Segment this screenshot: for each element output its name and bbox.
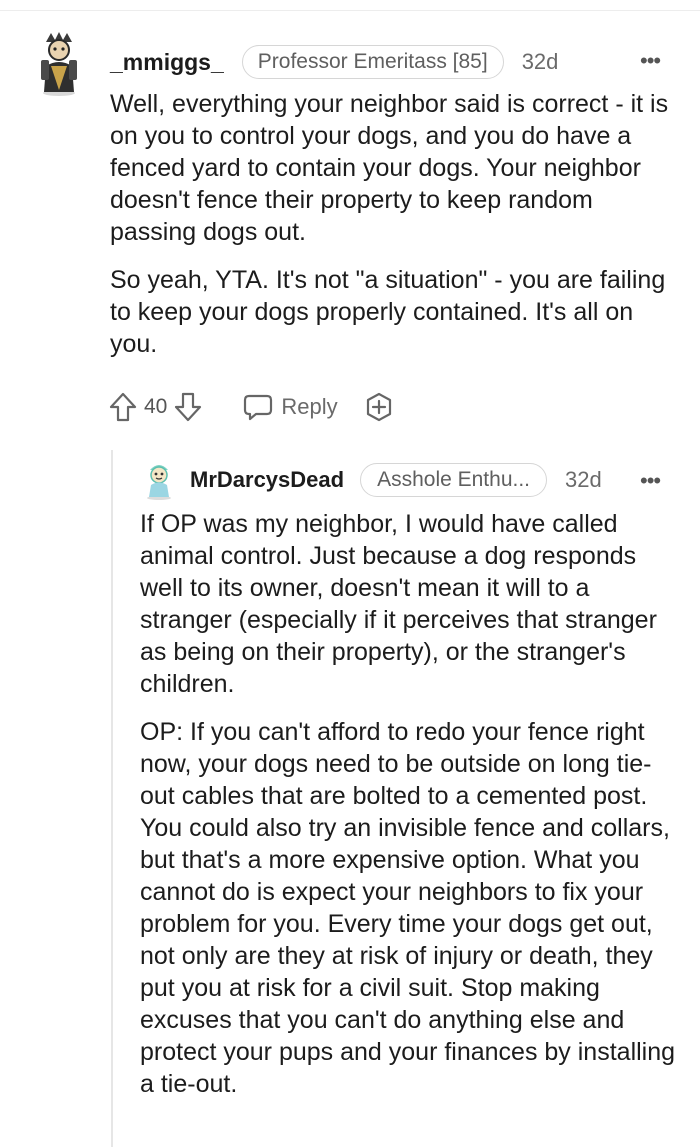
more-options-icon[interactable]: ••• bbox=[640, 470, 661, 492]
avatar-image bbox=[41, 32, 77, 96]
reply-username[interactable]: MrDarcysDead bbox=[190, 467, 344, 493]
avatar-image bbox=[147, 465, 171, 500]
comment-paragraph: So yeah, YTA. It's not "a situation" - y… bbox=[110, 266, 666, 358]
comment-paragraph: Well, everything your neighbor said is c… bbox=[110, 90, 669, 246]
downvote-arrow-icon[interactable] bbox=[173, 391, 203, 423]
speech-bubble-icon bbox=[243, 393, 273, 421]
comment-username[interactable]: _mmiggs_ bbox=[110, 49, 224, 76]
comment-body: Well, everything your neighbor said is c… bbox=[110, 88, 680, 376]
user-flair: Asshole Enthu... bbox=[360, 463, 548, 497]
reply-avatar[interactable] bbox=[142, 460, 176, 500]
user-flair: Professor Emeritass [85] bbox=[241, 45, 504, 79]
comment-actions: 40 Reply bbox=[108, 388, 394, 426]
reply-label: Reply bbox=[281, 394, 338, 419]
thread-line[interactable] bbox=[111, 450, 113, 1147]
reply-age: 32d bbox=[565, 467, 602, 492]
comment-age: 32d bbox=[521, 49, 559, 74]
vote-score: 40 bbox=[144, 395, 168, 418]
more-options-icon[interactable]: ••• bbox=[640, 50, 661, 72]
comment-header: _mmiggs_ Professor Emeritass [85] 32d bbox=[110, 42, 558, 82]
reply-paragraph: If OP was my neighbor, I would have call… bbox=[140, 510, 657, 698]
reply-header: MrDarcysDead Asshole Enthu... 32d bbox=[190, 461, 602, 499]
reply-body: If OP was my neighbor, I would have call… bbox=[140, 508, 685, 1116]
reply-paragraph: OP: If you can't afford to redo your fen… bbox=[140, 718, 676, 1098]
user-avatar[interactable] bbox=[34, 30, 84, 96]
top-divider bbox=[0, 10, 700, 11]
upvote-arrow-icon[interactable] bbox=[108, 391, 138, 423]
award-plus-icon[interactable] bbox=[364, 392, 394, 422]
reply-button[interactable]: Reply bbox=[243, 393, 338, 421]
